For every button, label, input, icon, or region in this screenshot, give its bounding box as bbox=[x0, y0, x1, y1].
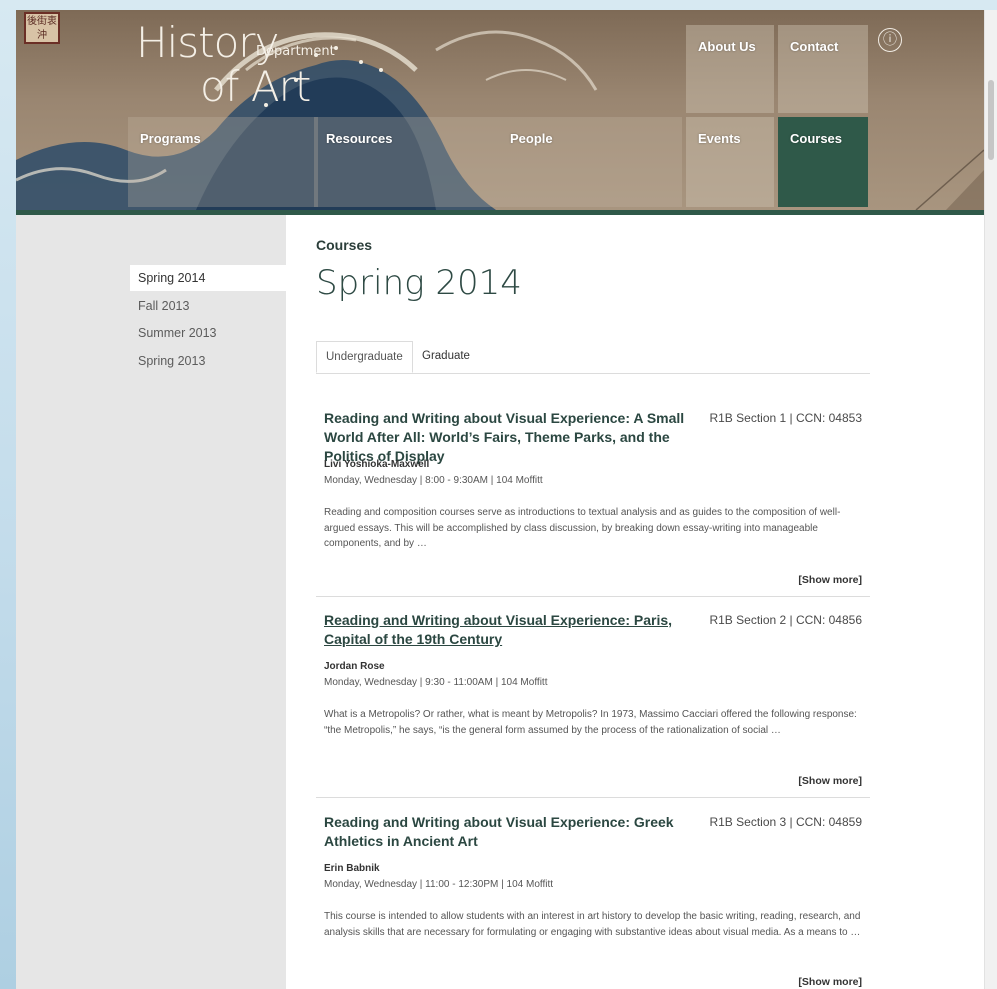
nav-courses[interactable]: Courses bbox=[778, 117, 868, 207]
artist-seal-logo: 後街衷沖 bbox=[24, 12, 60, 44]
course-item: Reading and Writing about Visual Experie… bbox=[316, 813, 870, 989]
nav-programs[interactable]: Programs bbox=[128, 117, 318, 207]
site-header: 後街衷沖 History Department of Art About Us … bbox=[16, 10, 984, 210]
course-instructor: Jordan Rose bbox=[324, 661, 385, 672]
sidebar-term-spring-2014[interactable]: Spring 2014 bbox=[130, 265, 286, 291]
scrollbar-thumb[interactable] bbox=[988, 80, 994, 160]
tab-undergraduate[interactable]: Undergraduate bbox=[316, 341, 413, 373]
sidebar-term-fall-2013[interactable]: Fall 2013 bbox=[130, 293, 286, 319]
show-more-link[interactable]: [Show more] bbox=[798, 976, 862, 988]
sidebar-term-spring-2013[interactable]: Spring 2013 bbox=[130, 348, 286, 374]
course-title[interactable]: Reading and Writing about Visual Experie… bbox=[324, 611, 694, 649]
show-more-link[interactable]: [Show more] bbox=[798, 775, 862, 787]
course-description: This course is intended to allow student… bbox=[324, 911, 861, 938]
info-icon[interactable]: ⓘ bbox=[878, 28, 902, 52]
nav-people[interactable]: People bbox=[498, 117, 682, 207]
course-schedule: Monday, Wednesday | 9:30 - 11:00AM | 104… bbox=[324, 677, 548, 688]
site-title-of-art[interactable]: of Art bbox=[200, 62, 311, 111]
course-title[interactable]: Reading and Writing about Visual Experie… bbox=[324, 409, 694, 466]
show-more-link[interactable]: [Show more] bbox=[798, 574, 862, 586]
nav-resources[interactable]: Resources bbox=[314, 117, 498, 207]
course-instructor: Erin Babnik bbox=[324, 863, 380, 874]
course-description: Reading and composition courses serve as… bbox=[324, 507, 841, 549]
tab-graduate[interactable]: Graduate bbox=[413, 341, 479, 373]
nav-contact[interactable]: Contact bbox=[778, 25, 868, 113]
course-section: R1B Section 1 | CCN: 04853 bbox=[709, 411, 862, 425]
course-item: Reading and Writing about Visual Experie… bbox=[316, 611, 870, 798]
course-schedule: Monday, Wednesday | 8:00 - 9:30AM | 104 … bbox=[324, 475, 543, 486]
breadcrumb: Courses bbox=[316, 237, 373, 253]
nav-events[interactable]: Events bbox=[686, 117, 774, 207]
course-section: R1B Section 2 | CCN: 04856 bbox=[709, 613, 862, 627]
site-title-department[interactable]: Department bbox=[256, 44, 335, 59]
browser-page: 後街衷沖 History Department of Art About Us … bbox=[16, 10, 984, 989]
nav-about-us[interactable]: About Us bbox=[686, 25, 774, 113]
course-section: R1B Section 3 | CCN: 04859 bbox=[709, 815, 862, 829]
course-description: What is a Metropolis? Or rather, what is… bbox=[324, 709, 857, 736]
term-sidebar: Spring 2014 Fall 2013 Summer 2013 Spring… bbox=[16, 215, 286, 989]
sidebar-term-summer-2013[interactable]: Summer 2013 bbox=[130, 320, 286, 346]
page-title: Spring 2014 bbox=[316, 263, 522, 303]
course-instructor: Livi Yoshioka-Maxwell bbox=[324, 459, 430, 470]
course-schedule: Monday, Wednesday | 11:00 - 12:30PM | 10… bbox=[324, 879, 554, 890]
page-scrollbar[interactable] bbox=[984, 10, 997, 989]
course-title[interactable]: Reading and Writing about Visual Experie… bbox=[324, 813, 694, 851]
level-tabs: Undergraduate Graduate bbox=[316, 341, 870, 374]
course-item: Reading and Writing about Visual Experie… bbox=[316, 409, 870, 597]
site-title-history[interactable]: History bbox=[136, 18, 279, 67]
